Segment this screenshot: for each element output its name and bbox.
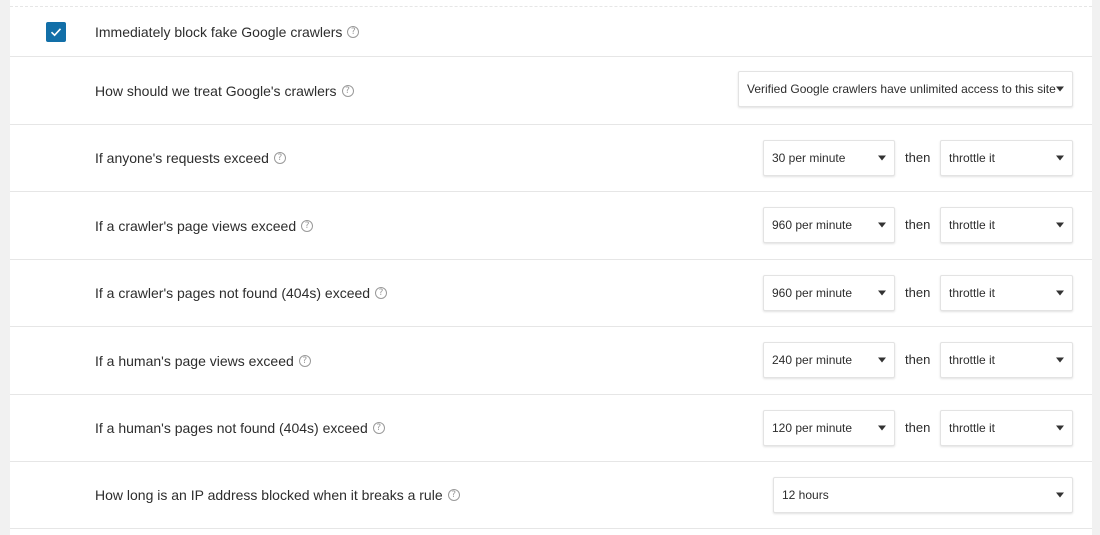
then-label: then xyxy=(905,420,931,435)
help-icon[interactable]: ? xyxy=(301,219,314,232)
chevron-down-icon xyxy=(1056,492,1064,498)
help-icon[interactable]: ? xyxy=(347,25,360,38)
help-icon[interactable]: ? xyxy=(273,152,286,164)
help-icon[interactable]: ? xyxy=(372,422,385,434)
row-human-page-views: If a human's page views exceed ? 240 per… xyxy=(10,326,1092,394)
help-icon[interactable]: ? xyxy=(447,489,460,501)
help-icon[interactable]: ? xyxy=(341,84,354,97)
human-page-views-rate-select[interactable]: 240 per minute xyxy=(763,342,895,378)
row-human-404s: If a human's pages not found (404s) exce… xyxy=(10,394,1092,461)
block-fake-crawlers-checkbox[interactable] xyxy=(46,22,66,42)
crawler-404s-action-select[interactable]: throttle it xyxy=(940,275,1073,311)
block-fake-crawlers-label: Immediately block fake Google crawlers ? xyxy=(95,24,360,40)
chevron-down-icon xyxy=(878,290,886,296)
chevron-down-icon xyxy=(878,155,886,161)
human-page-views-label: If a human's page views exceed ? xyxy=(95,353,311,369)
row-google-crawlers: How should we treat Google's crawlers ? … xyxy=(10,56,1092,124)
help-icon[interactable]: ? xyxy=(298,354,311,367)
chevron-down-icon xyxy=(1056,155,1064,161)
anyone-requests-action-select[interactable]: throttle it xyxy=(940,140,1073,176)
then-label: then xyxy=(905,285,931,300)
chevron-down-icon xyxy=(1056,425,1064,431)
row-anyone-requests: If anyone's requests exceed ? 30 per min… xyxy=(10,124,1092,191)
help-icon[interactable]: ? xyxy=(375,287,388,299)
row-crawler-page-views: If a crawler's page views exceed ? 960 p… xyxy=(10,191,1092,259)
row-block-fake-crawlers: Immediately block fake Google crawlers ? xyxy=(10,6,1092,56)
chevron-down-icon xyxy=(878,357,886,363)
crawler-404s-label: If a crawler's pages not found (404s) ex… xyxy=(95,285,388,301)
chevron-down-icon xyxy=(1056,290,1064,296)
row-crawler-404s: If a crawler's pages not found (404s) ex… xyxy=(10,259,1092,326)
block-duration-select[interactable]: 12 hours xyxy=(773,477,1073,513)
human-404s-label: If a human's pages not found (404s) exce… xyxy=(95,420,385,436)
crawler-page-views-label: If a crawler's page views exceed ? xyxy=(95,218,314,234)
then-label: then xyxy=(905,150,931,165)
anyone-requests-label: If anyone's requests exceed ? xyxy=(95,150,286,166)
then-label: then xyxy=(905,217,931,232)
chevron-down-icon xyxy=(1056,357,1064,363)
crawler-404s-rate-select[interactable]: 960 per minute xyxy=(763,275,895,311)
row-block-duration: How long is an IP address blocked when i… xyxy=(10,461,1092,529)
then-label: then xyxy=(905,352,931,367)
anyone-requests-rate-select[interactable]: 30 per minute xyxy=(763,140,895,176)
crawler-page-views-rate-select[interactable]: 960 per minute xyxy=(763,207,895,243)
google-crawlers-select[interactable]: Verified Google crawlers have unlimited … xyxy=(738,71,1073,107)
chevron-down-icon xyxy=(1056,222,1064,228)
block-duration-label: How long is an IP address blocked when i… xyxy=(95,487,460,503)
chevron-down-icon xyxy=(878,425,886,431)
google-crawlers-label: How should we treat Google's crawlers ? xyxy=(95,83,354,99)
chevron-down-icon xyxy=(878,222,886,228)
crawler-page-views-action-select[interactable]: throttle it xyxy=(940,207,1073,243)
human-404s-action-select[interactable]: throttle it xyxy=(940,410,1073,446)
human-404s-rate-select[interactable]: 120 per minute xyxy=(763,410,895,446)
chevron-down-icon xyxy=(1056,86,1064,92)
checkmark-icon xyxy=(50,28,62,37)
human-page-views-action-select[interactable]: throttle it xyxy=(940,342,1073,378)
